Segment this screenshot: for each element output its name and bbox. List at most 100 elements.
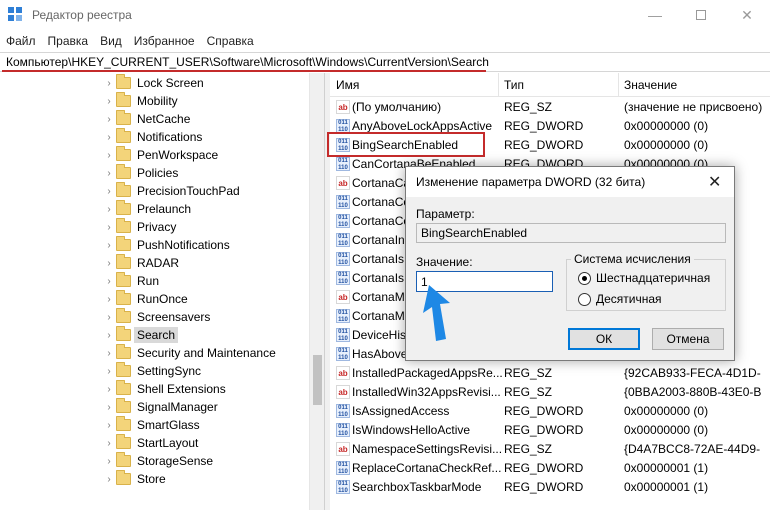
chevron-right-icon[interactable]: › xyxy=(104,416,114,434)
menu-edit[interactable]: Правка xyxy=(42,34,95,48)
value-label: Значение: xyxy=(416,255,473,269)
tree-item[interactable]: › SettingSync xyxy=(0,362,320,380)
binary-value-icon: 011 110 xyxy=(336,309,350,323)
chevron-right-icon[interactable]: › xyxy=(104,182,114,200)
column-header-data[interactable]: Значение xyxy=(624,78,677,92)
value-type: REG_SZ xyxy=(504,100,553,114)
chevron-right-icon[interactable]: › xyxy=(104,74,114,92)
value-row[interactable]: 011 110 IsAssignedAccess REG_DWORD 0x0000000… xyxy=(330,402,770,421)
tree-item[interactable]: › Privacy xyxy=(0,218,320,236)
tree-item-label: SmartGlass xyxy=(137,418,200,432)
column-header-name[interactable]: Имя xyxy=(336,78,359,92)
value-name: IsAssignedAccess xyxy=(352,404,450,418)
value-row[interactable]: ab InstalledWin32AppsRevisi... REG_SZ {0BBA… xyxy=(330,383,770,402)
tree-item[interactable]: › Policies xyxy=(0,164,320,182)
radio-decimal[interactable] xyxy=(578,293,591,306)
menu-favorites[interactable]: Избранное xyxy=(128,34,201,48)
menu-view[interactable]: Вид xyxy=(94,34,128,48)
column-header-type[interactable]: Тип xyxy=(504,78,524,92)
tree-item[interactable]: › Security and Maintenance xyxy=(0,344,320,362)
column-separator[interactable] xyxy=(618,73,619,97)
cancel-button[interactable]: Отмена xyxy=(652,328,724,350)
value-data: 0x00000001 (1) xyxy=(624,461,709,475)
chevron-right-icon[interactable]: › xyxy=(104,110,114,128)
chevron-right-icon[interactable]: › xyxy=(104,236,114,254)
tree-item[interactable]: › Lock Screen xyxy=(0,74,320,92)
chevron-right-icon[interactable]: › xyxy=(104,254,114,272)
chevron-right-icon[interactable]: › xyxy=(104,272,114,290)
radio-hex[interactable] xyxy=(578,272,591,285)
folder-icon xyxy=(116,182,131,197)
tree-scrollbar-thumb[interactable] xyxy=(313,355,322,405)
tree-item[interactable]: › PrecisionTouchPad xyxy=(0,182,320,200)
chevron-right-icon[interactable]: › xyxy=(104,344,114,362)
tree-item[interactable]: › Mobility xyxy=(0,92,320,110)
tree-item[interactable]: › RADAR xyxy=(0,254,320,272)
dialog-close-icon[interactable]: ✕ xyxy=(708,172,721,192)
tree-item[interactable]: › RunOnce xyxy=(0,290,320,308)
value-name: (По умолчанию) xyxy=(352,100,442,114)
value-row[interactable]: ab InstalledPackagedAppsRe... REG_SZ {92CAB… xyxy=(330,364,770,383)
chevron-right-icon[interactable]: › xyxy=(104,470,114,488)
param-name-field: BingSearchEnabled xyxy=(416,223,726,243)
radio-decimal-label[interactable]: Десятичная xyxy=(596,292,662,306)
folder-icon xyxy=(116,470,131,485)
registry-editor-icon xyxy=(8,7,24,23)
chevron-right-icon[interactable]: › xyxy=(104,308,114,326)
chevron-right-icon[interactable]: › xyxy=(104,362,114,380)
chevron-right-icon[interactable]: › xyxy=(104,146,114,164)
value-row[interactable]: ab NamespaceSettingsRevisi... REG_SZ {D4A7B… xyxy=(330,440,770,459)
tree-item[interactable]: › PenWorkspace xyxy=(0,146,320,164)
chevron-right-icon[interactable]: › xyxy=(104,164,114,182)
tree-item[interactable]: › SignalManager xyxy=(0,398,320,416)
folder-icon xyxy=(116,290,131,305)
chevron-right-icon[interactable]: › xyxy=(104,452,114,470)
chevron-right-icon[interactable]: › xyxy=(104,398,114,416)
tree-item[interactable]: › Screensavers xyxy=(0,308,320,326)
chevron-right-icon[interactable]: › xyxy=(104,128,114,146)
value-data: 0x00000000 (0) xyxy=(624,404,709,418)
tree-item[interactable]: › Run xyxy=(0,272,320,290)
address-bar[interactable]: Компьютер\HKEY_CURRENT_USER\Software\Mic… xyxy=(0,52,770,72)
tree-item[interactable]: › StorageSense xyxy=(0,452,320,470)
tree-item[interactable]: › Store xyxy=(0,470,320,488)
value-row[interactable]: 011 110 IsWindowsHelloActive REG_DWORD 0x000… xyxy=(330,421,770,440)
address-path[interactable]: Компьютер\HKEY_CURRENT_USER\Software\Mic… xyxy=(0,55,489,69)
tree-item-label: Prelaunch xyxy=(137,202,192,216)
maximize-button[interactable] xyxy=(678,0,724,30)
minimize-button[interactable]: — xyxy=(632,0,678,30)
chevron-right-icon[interactable]: › xyxy=(104,380,114,398)
value-row[interactable]: ab (По умолчанию) REG_SZ (значение не присв… xyxy=(330,98,770,117)
binary-value-icon: 011 110 xyxy=(336,404,350,418)
folder-icon xyxy=(116,128,131,143)
tree-item[interactable]: › Shell Extensions xyxy=(0,380,320,398)
string-value-icon: ab xyxy=(336,290,350,304)
menu-file[interactable]: Файл xyxy=(0,34,42,48)
chevron-right-icon[interactable]: › xyxy=(104,290,114,308)
tree-item[interactable]: › StartLayout xyxy=(0,434,320,452)
chevron-right-icon[interactable]: › xyxy=(104,92,114,110)
chevron-right-icon[interactable]: › xyxy=(104,326,114,344)
value-name: SearchboxTaskbarMode xyxy=(352,480,482,494)
tree-item[interactable]: › Search xyxy=(0,326,320,344)
ok-button[interactable]: ОК xyxy=(568,328,640,350)
folder-icon xyxy=(116,344,131,359)
folder-icon xyxy=(116,308,131,323)
tree-item[interactable]: › NetCache xyxy=(0,110,320,128)
tree-item[interactable]: › Notifications xyxy=(0,128,320,146)
close-button[interactable]: ✕ xyxy=(724,0,770,30)
tree-item[interactable]: › PushNotifications xyxy=(0,236,320,254)
tree-item[interactable]: › SmartGlass xyxy=(0,416,320,434)
chevron-right-icon[interactable]: › xyxy=(104,200,114,218)
chevron-right-icon[interactable]: › xyxy=(104,218,114,236)
tree-item[interactable]: › Prelaunch xyxy=(0,200,320,218)
tree-scrollbar[interactable] xyxy=(309,73,324,510)
column-separator[interactable] xyxy=(498,73,499,97)
radio-hex-label[interactable]: Шестнадцатеричная xyxy=(596,271,710,285)
chevron-right-icon[interactable]: › xyxy=(104,434,114,452)
tree-item-label: PenWorkspace xyxy=(137,148,219,162)
menu-help[interactable]: Справка xyxy=(201,34,260,48)
binary-value-icon: 011 110 xyxy=(336,461,350,475)
value-row[interactable]: 011 110 SearchboxTaskbarMode REG_DWORD 0x000… xyxy=(330,478,770,497)
value-row[interactable]: 011 110 ReplaceCortanaCheckRef... REG_DWORD… xyxy=(330,459,770,478)
